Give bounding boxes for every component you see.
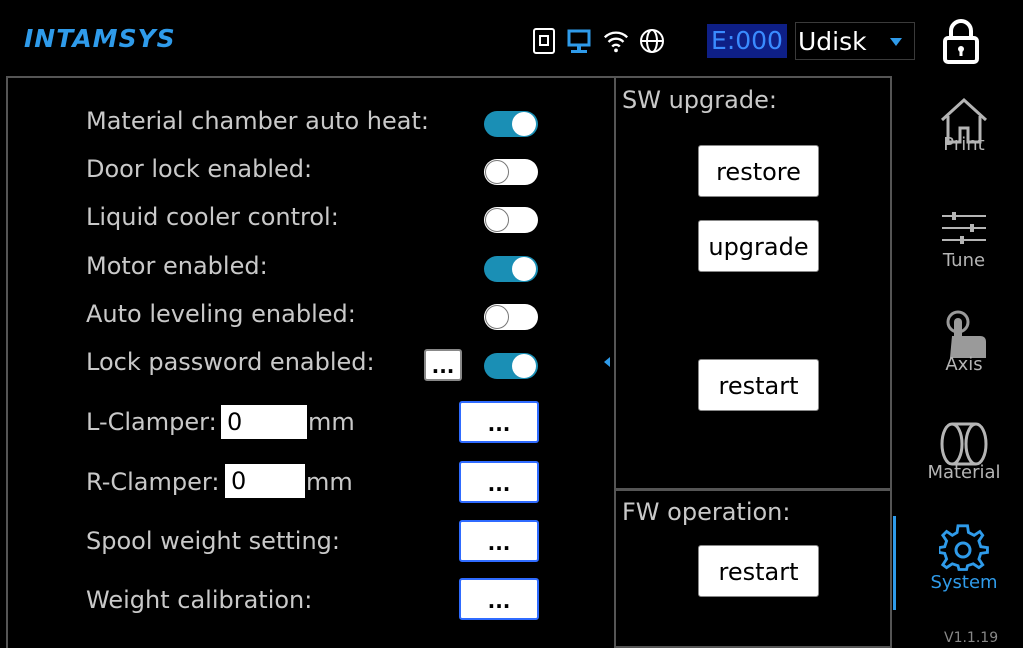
spool-weight-setting-button[interactable]: ... <box>459 520 539 562</box>
l-clamper-input[interactable]: 0 <box>221 405 307 439</box>
chevron-down-icon <box>890 38 902 46</box>
version-label: V1.1.19 <box>944 630 999 646</box>
globe-icon <box>638 27 666 55</box>
status-icons <box>530 24 666 58</box>
spool-weight-setting-label: Spool weight setting: <box>86 527 340 555</box>
upgrade-button[interactable]: upgrade <box>698 220 819 272</box>
top-bar: INTAMSYS E:000 Udisk <box>0 0 1023 78</box>
sidebar-item-system[interactable]: System <box>922 524 1006 595</box>
toggle-knob <box>485 160 509 184</box>
sidebar-item-label: System <box>930 572 998 593</box>
lock-icon[interactable] <box>942 18 980 64</box>
sliders-icon <box>942 212 986 244</box>
r-clamper-button[interactable]: ... <box>459 461 539 503</box>
r-clamper-unit: mm <box>306 468 353 496</box>
toggle-knob <box>512 354 536 378</box>
liquid-cooler-control-toggle[interactable] <box>484 207 538 233</box>
sidebar-item-label: Material <box>927 462 1001 483</box>
l-clamper-label: L-Clamper: <box>86 408 217 436</box>
motor-enabled-toggle[interactable] <box>484 256 538 282</box>
lock-password-enabled-label: Lock password enabled: <box>86 348 375 376</box>
lock-password-edit-button[interactable]: ... <box>424 349 462 381</box>
toggle-knob <box>512 257 536 281</box>
spool-icon <box>940 422 988 466</box>
sidebar-item-label: Axis <box>945 354 983 375</box>
restore-button[interactable]: restore <box>698 145 819 197</box>
toggle-knob <box>485 305 509 329</box>
sidebar-item-print[interactable]: Print <box>922 96 1006 167</box>
sidebar-item-axis[interactable]: Axis <box>922 308 1006 381</box>
fw-operation-title: FW operation: <box>622 498 791 526</box>
l-clamper-button[interactable]: ... <box>459 401 539 443</box>
lock-password-enabled-toggle[interactable] <box>484 353 538 379</box>
door-lock-enabled-toggle[interactable] <box>484 159 538 185</box>
toggle-knob <box>485 208 509 232</box>
sd-card-icon <box>530 27 558 55</box>
sidebar-item-tune[interactable]: Tune <box>922 210 1006 271</box>
material-chamber-auto-heat-label: Material chamber auto heat: <box>86 107 429 135</box>
material-chamber-auto-heat-toggle[interactable] <box>484 111 538 137</box>
brand-logo: INTAMSYS <box>24 24 176 53</box>
sw-upgrade-panel <box>614 76 892 488</box>
gear-icon <box>939 524 989 571</box>
r-clamper-label: R-Clamper: <box>86 468 220 496</box>
l-clamper-unit: mm <box>308 408 355 436</box>
weight-calibration-button[interactable]: ... <box>459 578 539 620</box>
toggle-knob <box>512 112 536 136</box>
fw-restart-button[interactable]: restart <box>698 545 819 597</box>
sw-upgrade-title: SW upgrade: <box>622 86 777 114</box>
error-code-indicator[interactable]: E:000 <box>707 24 787 58</box>
auto-leveling-enabled-label: Auto leveling enabled: <box>86 300 356 328</box>
weight-calibration-label: Weight calibration: <box>86 586 313 614</box>
door-lock-enabled-label: Door lock enabled: <box>86 155 313 183</box>
motor-enabled-label: Motor enabled: <box>86 252 268 280</box>
sidebar-item-label: Print <box>943 134 985 155</box>
sw-restart-button[interactable]: restart <box>698 359 819 411</box>
storage-dropdown[interactable]: Udisk <box>795 22 915 60</box>
network-icon <box>566 27 594 55</box>
wifi-icon <box>602 27 630 55</box>
active-indicator <box>893 516 896 610</box>
hand-icon <box>946 310 986 358</box>
sidebar-item-material[interactable]: Material <box>922 418 1006 489</box>
liquid-cooler-control-label: Liquid cooler control: <box>86 203 339 231</box>
scroll-indicator <box>604 357 610 367</box>
storage-dropdown-value: Udisk <box>798 27 867 56</box>
auto-leveling-enabled-toggle[interactable] <box>484 304 538 330</box>
sidebar-item-label: Tune <box>942 250 986 271</box>
r-clamper-input[interactable]: 0 <box>225 464 305 498</box>
